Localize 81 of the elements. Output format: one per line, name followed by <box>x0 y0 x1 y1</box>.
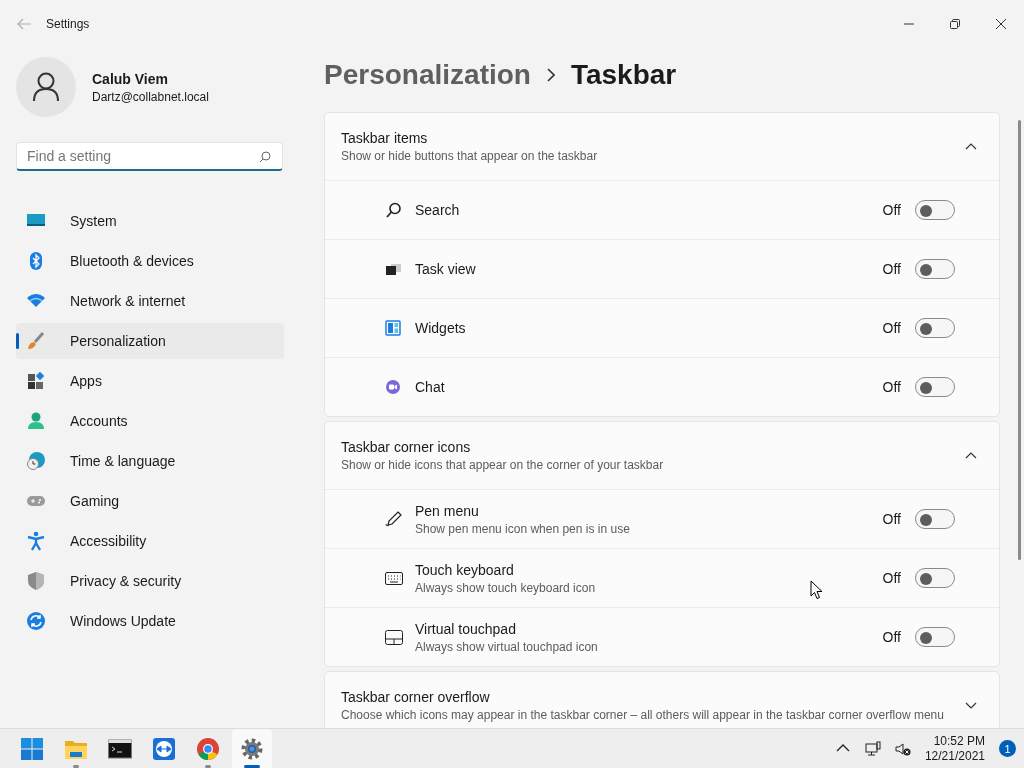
breadcrumb-link[interactable]: Personalization <box>324 56 531 94</box>
setting-description: Always show virtual touchpad icon <box>415 639 598 654</box>
toggle-switch[interactable] <box>915 318 955 338</box>
network-monitor-icon <box>864 740 881 757</box>
section-description: Show or hide icons that appear on the corner of your taskbar <box>341 458 664 472</box>
toggle-state-label: Off <box>882 570 901 586</box>
person-icon <box>32 72 60 102</box>
nav-item[interactable]: Bluetooth & devices <box>16 243 284 279</box>
gear-icon <box>240 736 264 761</box>
nav-item[interactable]: Windows Update <box>16 603 284 639</box>
terminal-icon <box>108 736 132 761</box>
setting-label: Search <box>415 202 460 218</box>
toggle-switch[interactable] <box>915 200 955 220</box>
paintbrush-icon <box>26 331 46 351</box>
scrollbar-thumb[interactable] <box>1018 120 1021 560</box>
toggle-state-label: Off <box>882 202 901 218</box>
chat-bubble-icon <box>385 379 403 395</box>
remote-arrows-icon <box>152 736 176 761</box>
task-view-icon <box>385 261 403 277</box>
section-title: Taskbar corner icons <box>341 439 471 455</box>
setting-label: Task view <box>415 261 476 277</box>
setting-label: Virtual touchpad <box>415 620 516 637</box>
keyboard-icon <box>385 570 403 586</box>
page-title: Taskbar <box>570 57 677 92</box>
section-title: Taskbar corner overflow <box>341 689 490 705</box>
nav-item[interactable]: Accounts <box>16 403 284 439</box>
accessibility-icon <box>26 531 46 551</box>
setting-description: Show pen menu icon when pen is in use <box>415 521 630 536</box>
section-description: Choose which icons may appear in the taskbar corner – all others will appear in the taskbar corner overflow menu <box>341 708 944 722</box>
sync-icon <box>26 611 46 631</box>
chevron-down-icon <box>965 702 977 709</box>
pen-icon <box>385 511 403 527</box>
setting-label: Touch keyboard <box>415 561 514 578</box>
search-field[interactable]: Find a setting <box>16 142 283 171</box>
toggle-state-label: Off <box>882 379 901 395</box>
toggle-switch[interactable] <box>915 259 955 279</box>
touchpad-icon <box>385 629 403 645</box>
cursor-icon <box>810 580 823 600</box>
nav-item[interactable]: System <box>16 203 284 239</box>
back-arrow-icon <box>16 18 32 30</box>
person-icon <box>26 411 46 431</box>
setting-label: Pen menu <box>415 502 479 519</box>
globe-clock-icon <box>26 451 46 471</box>
setting-description: Always show touch keyboard icon <box>415 580 596 595</box>
browser-icon <box>196 736 220 761</box>
speaker-muted-icon <box>894 740 911 757</box>
setting-label: Chat <box>415 379 445 395</box>
toggle-switch[interactable] <box>915 568 955 588</box>
nav-item[interactable]: Network & internet <box>16 283 284 319</box>
notification-badge[interactable]: 1 <box>999 740 1016 757</box>
nav-item[interactable]: Apps <box>16 363 284 399</box>
section-title: Taskbar items <box>341 130 428 146</box>
nav-item[interactable]: Accessibility <box>16 523 284 559</box>
clock-button[interactable]: 10:52 PM 12/21/2021 <box>920 733 989 764</box>
search-icon <box>385 202 403 218</box>
toggle-state-label: Off <box>882 511 901 527</box>
section-description: Show or hide buttons that appear on the taskbar <box>341 149 598 163</box>
nav-item[interactable]: Privacy & security <box>16 563 284 599</box>
start-icon <box>20 736 44 761</box>
search-icon <box>259 151 271 163</box>
window-title: Settings <box>46 17 90 31</box>
restore-icon <box>950 19 960 29</box>
setting-label: Widgets <box>415 320 466 336</box>
toggle-switch[interactable] <box>915 377 955 397</box>
close-icon <box>996 19 1006 29</box>
toggle-state-label: Off <box>882 629 901 645</box>
apps-icon <box>26 371 46 391</box>
shield-icon <box>26 571 46 591</box>
chevron-right-icon <box>546 68 555 82</box>
user-email: Dartz@collabnet.local <box>92 89 209 104</box>
toggle-state-label: Off <box>882 320 901 336</box>
toggle-switch[interactable] <box>915 509 955 529</box>
toggle-state-label: Off <box>882 261 901 277</box>
widgets-icon <box>385 320 403 336</box>
user-name: Calub Viem <box>92 70 169 87</box>
chevron-up-icon <box>965 452 977 459</box>
nav-item[interactable]: Gaming <box>16 483 284 519</box>
chevron-up-icon <box>965 143 977 150</box>
nav-item[interactable]: Personalization <box>16 323 284 359</box>
toggle-switch[interactable] <box>915 627 955 647</box>
nav-item[interactable]: Time & language <box>16 443 284 479</box>
